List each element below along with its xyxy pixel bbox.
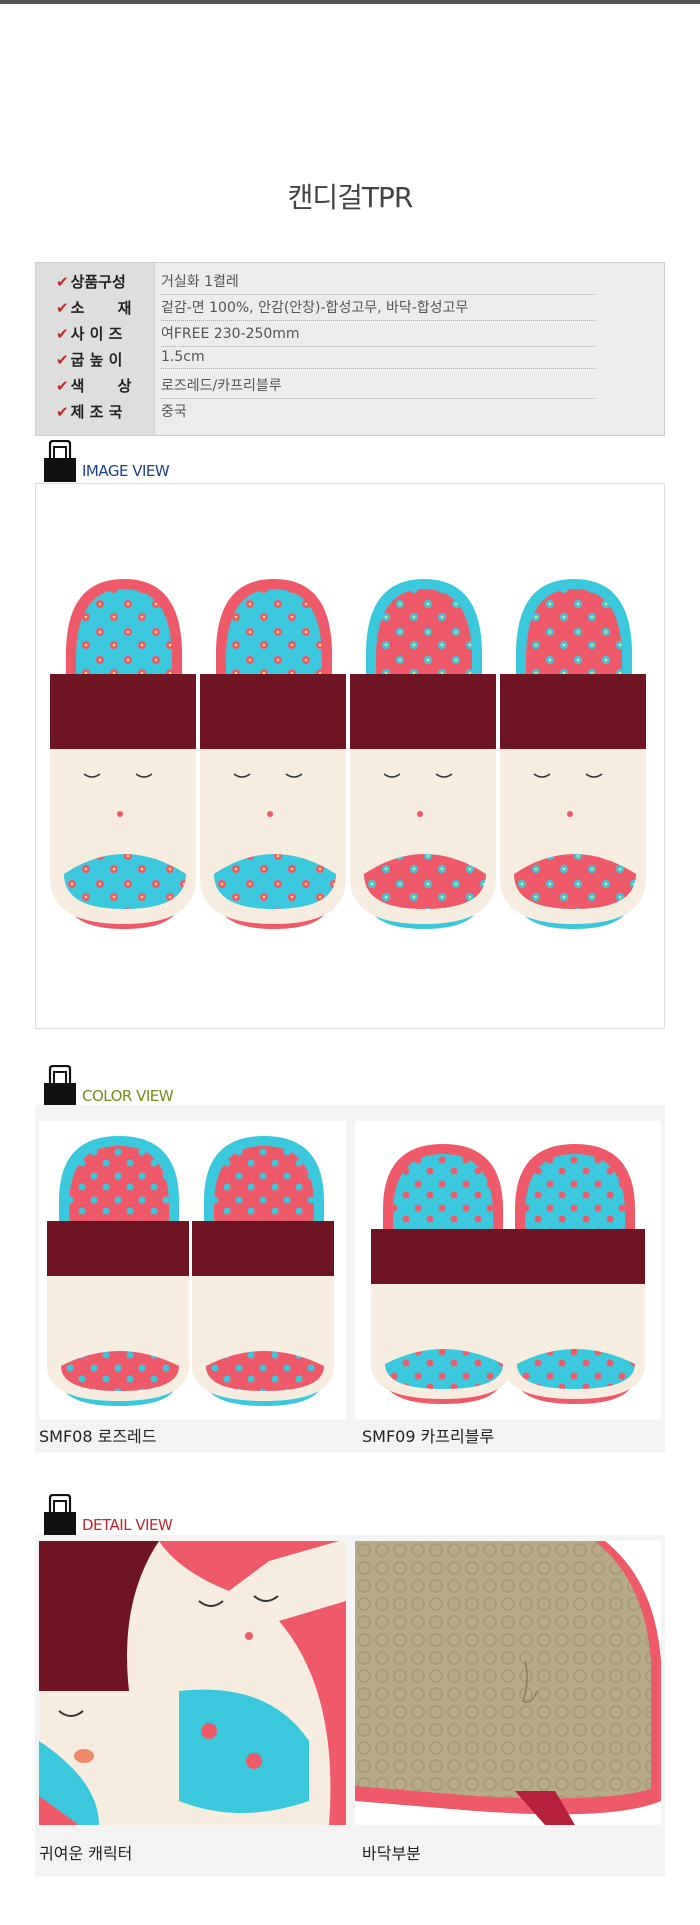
- spec-value: 거실화 1켤레: [161, 271, 596, 295]
- spec-row: ✔ 굽 높 이 1.5cm: [36, 349, 666, 375]
- spec-row: ✔ 제 조 국 중국: [36, 401, 666, 427]
- color-caption: SMF08 로즈레드: [39, 1427, 157, 1446]
- check-icon: ✔: [56, 403, 69, 421]
- check-icon: ✔: [56, 299, 69, 317]
- section-label: COLOR VIEW: [82, 1087, 174, 1105]
- spec-label: ✔ 색 상: [56, 377, 146, 395]
- spec-row: ✔ 사 이 즈 여FREE 230-250mm: [36, 323, 666, 349]
- spec-label: ✔ 사 이 즈: [56, 325, 123, 343]
- image-view-header: IMAGE VIEW: [42, 440, 342, 484]
- spec-label: ✔ 굽 높 이: [56, 351, 123, 369]
- spec-value: 1.5cm: [161, 349, 596, 369]
- check-icon: ✔: [56, 325, 69, 343]
- binder-clip-icon: [44, 1065, 76, 1107]
- spec-row: ✔ 소 재 겉감-면 100%, 안감(안창)-합성고무, 바닥-합성고무: [36, 297, 666, 323]
- spec-label: ✔ 제 조 국: [56, 403, 123, 421]
- image-view-frame: [35, 483, 665, 1029]
- spec-value: 중국: [161, 404, 187, 420]
- detail-caption: 바닥부분: [362, 1844, 421, 1863]
- spec-value: 겉감-면 100%, 안감(안창)-합성고무, 바닥-합성고무: [161, 297, 596, 321]
- spec-label: ✔ 소 재: [56, 299, 146, 317]
- spec-row: ✔ 색 상 로즈레드/카프리블루: [36, 375, 666, 401]
- slipper-right-2: [500, 579, 646, 929]
- product-title: 캔디걸TPR: [287, 181, 414, 214]
- slipper-capriblue-image: [371, 1144, 645, 1404]
- spec-row: ✔ 상품구성 거실화 1켤레: [36, 271, 666, 297]
- slipper-rosered-image: [47, 1136, 334, 1406]
- detail-image-character: [39, 1541, 346, 1825]
- section-label: IMAGE VIEW: [82, 462, 170, 480]
- spec-value: 여FREE 230-250mm: [161, 323, 596, 347]
- detail-image-sole: [355, 1541, 661, 1825]
- check-icon: ✔: [56, 273, 69, 291]
- color-view-frame: SMF08 로즈레드 SMF09 카프리블루: [35, 1105, 665, 1453]
- character-closeup-image: [39, 1541, 346, 1825]
- section-label: DETAIL VIEW: [82, 1516, 173, 1534]
- detail-caption: 귀여운 캐릭터: [39, 1844, 133, 1863]
- detail-view-header: DETAIL VIEW: [42, 1494, 342, 1538]
- spec-value: 로즈레드/카프리블루: [161, 375, 596, 399]
- spec-table: ✔ 상품구성 거실화 1켤레 ✔ 소 재 겉감-면 100%, 안감(안창)-합성고…: [35, 262, 665, 436]
- color-image-rosered: [39, 1121, 346, 1419]
- binder-clip-icon: [44, 1494, 76, 1536]
- sole-closeup-image: [355, 1541, 661, 1825]
- slippers-main-image: [50, 579, 646, 929]
- color-image-capriblue: [355, 1121, 661, 1419]
- check-icon: ✔: [56, 377, 69, 395]
- color-view-header: COLOR VIEW: [42, 1065, 342, 1109]
- slipper-left-2: [350, 579, 496, 929]
- check-icon: ✔: [56, 351, 69, 369]
- detail-view-frame: 귀여운 캐릭터 바닥부분: [35, 1535, 665, 1877]
- binder-clip-icon: [44, 440, 76, 482]
- slipper-left-1: [50, 579, 196, 929]
- color-caption: SMF09 카프리블루: [362, 1427, 495, 1446]
- spec-label: ✔ 상품구성: [56, 273, 126, 291]
- slipper-right-1: [200, 579, 346, 929]
- top-border: [0, 0, 700, 4]
